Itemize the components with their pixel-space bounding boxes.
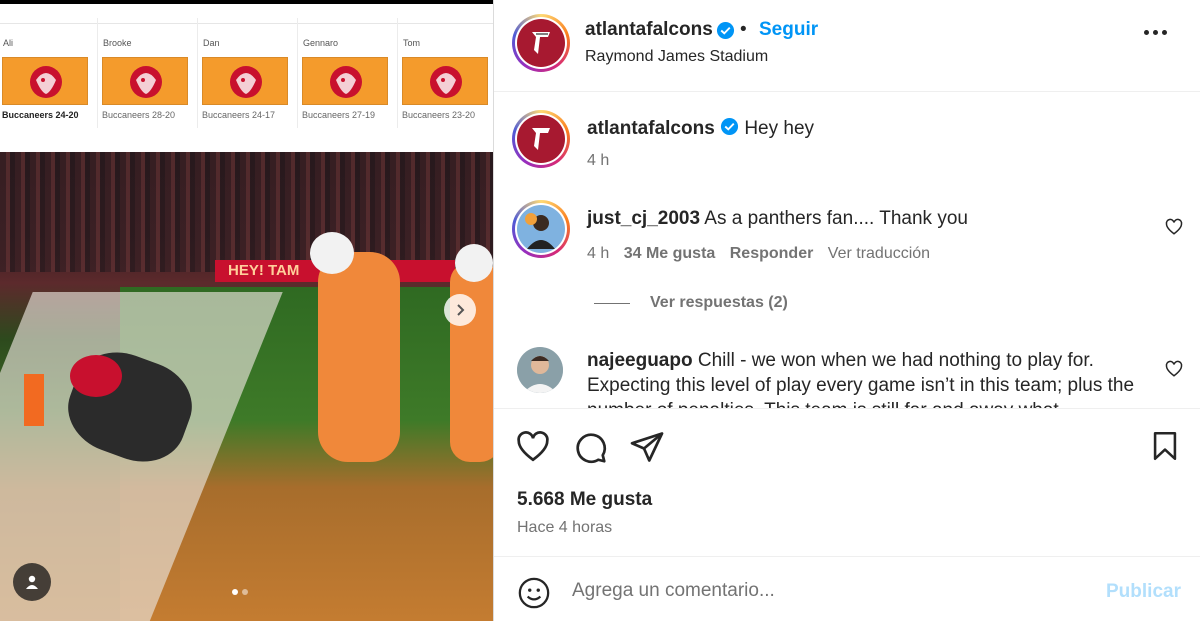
pick-name: Dan — [203, 38, 220, 48]
falcons-logo-icon — [517, 19, 565, 67]
commenter-avatar[interactable] — [517, 347, 563, 393]
comment: just_cj_2003 As a panthers fan.... Thank… — [587, 206, 1147, 231]
comment-text: As a panthers fan.... Thank you — [704, 208, 968, 229]
carousel-dot — [242, 589, 248, 595]
comment-author[interactable]: just_cj_2003 — [587, 208, 700, 229]
comment-meta: 4 h 34 Me gusta Responder Ver traducción — [587, 245, 930, 263]
comment-composer: Publicar — [494, 556, 1200, 621]
post-location[interactable]: Raymond James Stadium — [585, 48, 768, 66]
pick-name: Ali — [3, 38, 14, 48]
comment-author[interactable]: najeeguapo — [587, 350, 693, 371]
save-bookmark-icon[interactable] — [1148, 429, 1182, 463]
buccaneers-logo — [2, 57, 88, 105]
buccaneers-logo — [302, 57, 388, 105]
user-icon — [26, 575, 38, 589]
post-details-panel: atlantafalcons • Seguir Raymond James St… — [493, 0, 1200, 621]
comment-bubble-icon[interactable] — [572, 429, 608, 465]
caption-time: 4 h — [587, 152, 610, 169]
comment: najeeguapo Chill - we won when we had no… — [587, 348, 1147, 408]
like-comment-icon[interactable] — [1165, 360, 1183, 378]
comment-time: 4 h — [587, 245, 610, 262]
pick-column: Gennaro Buccaneers 27-19 — [300, 18, 398, 128]
staff-picks-graphic: Ali Buccaneers 24-20 Brooke Buccaneers 2… — [0, 4, 493, 152]
separator-dot: • — [740, 19, 747, 40]
post-timestamp[interactable]: Hace 4 horas — [517, 519, 612, 537]
verified-badge-icon — [716, 21, 735, 40]
user-photo-icon — [517, 205, 565, 253]
pick-column: Ali Buccaneers 24-20 — [0, 18, 98, 128]
pick-name: Brooke — [103, 38, 132, 48]
chevron-right-icon — [457, 304, 465, 316]
caption-avatar[interactable] — [512, 110, 570, 168]
translate-button[interactable]: Ver traducción — [828, 245, 930, 262]
pick-score: Buccaneers 27-19 — [302, 110, 376, 120]
view-replies-label: Ver respuestas (2) — [650, 294, 788, 311]
falcons-logo-icon — [517, 115, 565, 163]
stadium-crowd — [0, 152, 493, 272]
publish-button[interactable]: Publicar — [1106, 581, 1181, 603]
follow-button[interactable]: Seguir — [759, 19, 818, 41]
like-comment-icon[interactable] — [1165, 218, 1183, 236]
falcons-helmet — [70, 355, 122, 397]
banner-text: HEY! TAM — [228, 262, 300, 279]
pick-name: Gennaro — [303, 38, 339, 48]
pick-score: Buccaneers 28-20 — [102, 110, 176, 120]
comments-section: atlantafalcons Hey hey 4 h just_cj_2003 … — [494, 92, 1200, 408]
emoji-icon[interactable] — [517, 576, 551, 610]
verified-badge-icon — [720, 117, 739, 136]
pick-column: Brooke Buccaneers 28-20 — [100, 18, 198, 128]
post-header: atlantafalcons • Seguir Raymond James St… — [494, 0, 1200, 92]
buccaneers-helmet — [455, 244, 493, 282]
caption-text: Hey hey — [744, 118, 815, 139]
share-send-icon[interactable] — [629, 429, 665, 465]
carousel-next-button[interactable] — [444, 294, 476, 326]
buccaneers-player — [318, 252, 400, 462]
pick-column: Tom Buccaneers 23-20 — [400, 18, 493, 128]
view-replies-button[interactable]: Ver respuestas (2) — [594, 294, 788, 312]
user-photo-icon — [517, 347, 563, 393]
buccaneers-player — [450, 262, 493, 462]
pick-score: Buccaneers 23-20 — [402, 110, 476, 120]
author-avatar[interactable] — [512, 14, 570, 72]
pick-score: Buccaneers 24-17 — [202, 110, 276, 120]
end-zone-pylon — [24, 374, 44, 426]
carousel-dot — [232, 589, 238, 595]
buccaneers-logo — [102, 57, 188, 105]
reply-button[interactable]: Responder — [730, 245, 814, 262]
comment-input[interactable] — [572, 577, 1072, 605]
buccaneers-logo — [202, 57, 288, 105]
commenter-avatar[interactable] — [512, 200, 570, 258]
buccaneers-helmet — [310, 232, 354, 274]
likes-count[interactable]: 5.668 Me gusta — [517, 489, 652, 511]
like-heart-icon[interactable] — [515, 429, 551, 465]
game-photo: HEY! TAM — [0, 152, 493, 621]
tagged-users-button[interactable] — [13, 563, 51, 601]
pick-column: Dan Buccaneers 24-17 — [200, 18, 298, 128]
caption-author[interactable]: atlantafalcons — [587, 118, 715, 139]
carousel-indicator — [232, 589, 248, 595]
buccaneers-logo — [402, 57, 488, 105]
caption: atlantafalcons Hey hey — [587, 116, 1147, 141]
more-options-icon[interactable] — [1144, 30, 1167, 35]
comment-likes[interactable]: 34 Me gusta — [624, 245, 716, 262]
author-username[interactable]: atlantafalcons — [585, 19, 713, 41]
post-actions: 5.668 Me gusta Hace 4 horas — [494, 408, 1200, 556]
pick-name: Tom — [403, 38, 421, 48]
pick-score: Buccaneers 24-20 — [2, 110, 79, 120]
post-media[interactable]: Ali Buccaneers 24-20 Brooke Buccaneers 2… — [0, 0, 493, 621]
